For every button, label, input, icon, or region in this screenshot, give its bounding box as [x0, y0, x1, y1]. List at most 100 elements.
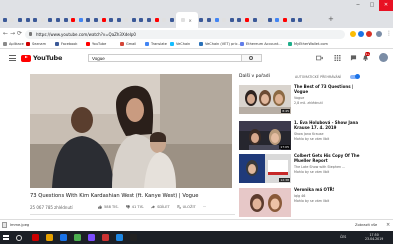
- bookmark-item[interactable]: MyEtherWallet.com: [288, 42, 328, 47]
- bookmark-item[interactable]: VeChain (VET) pric...: [199, 42, 241, 47]
- search-button[interactable]: [242, 54, 262, 62]
- reload-icon[interactable]: ⟳: [17, 30, 22, 38]
- sidebar-video-title[interactable]: 1. Eva Holubová - Show Jana Krause 17. 4…: [294, 120, 368, 131]
- taskbar-app-icon[interactable]: [46, 234, 53, 241]
- browser-tab[interactable]: [107, 12, 115, 28]
- video-thumbnail[interactable]: 17:05: [239, 121, 291, 150]
- browser-tab[interactable]: ×: [175, 12, 198, 28]
- browser-menu-icon[interactable]: ⋮: [386, 30, 392, 38]
- browser-tab[interactable]: [47, 12, 55, 28]
- maximize-button[interactable]: □: [365, 0, 379, 11]
- more-actions-button[interactable]: ⋯: [203, 205, 207, 209]
- up-next-video-card[interactable]: 12:38 Colbert Gets His Copy Of The Muell…: [239, 153, 369, 183]
- download-item[interactable]: Imme.jpeg: [2, 222, 29, 228]
- bookmark-item[interactable]: Seznam: [26, 42, 46, 47]
- video-thumbnail[interactable]: 12:38: [239, 154, 291, 183]
- browser-tab[interactable]: [205, 12, 213, 28]
- taskbar-app-icon[interactable]: [88, 234, 95, 241]
- taskbar-app-icon[interactable]: [32, 234, 39, 241]
- like-button[interactable]: 588 TIS.: [98, 205, 119, 209]
- browser-tab[interactable]: [213, 12, 221, 28]
- browser-tab[interactable]: [54, 12, 62, 28]
- bookmark-item[interactable]: VeChain: [170, 42, 190, 47]
- bookmark-item[interactable]: Translate: [145, 42, 167, 47]
- minimize-button[interactable]: ─: [351, 0, 365, 11]
- show-all-downloads-link[interactable]: Zobrazit vše: [355, 223, 377, 227]
- browser-tab[interactable]: [138, 12, 146, 28]
- browser-tab[interactable]: [115, 12, 123, 28]
- taskbar-clock[interactable]: 17:50 23.04.2019: [365, 233, 383, 241]
- create-video-icon[interactable]: [316, 55, 323, 61]
- bookmark-item[interactable]: Ethereum Account...: [240, 42, 282, 47]
- taskbar-search-icon[interactable]: [16, 234, 22, 241]
- autoplay-toggle[interactable]: [350, 73, 360, 79]
- browser-tab[interactable]: [24, 12, 32, 28]
- video-thumbnail[interactable]: 8:45: [239, 85, 291, 114]
- input-language-indicator[interactable]: ČES: [340, 235, 346, 239]
- up-next-video-card[interactable]: 17:05 1. Eva Holubová - Show Jana Krause…: [239, 120, 369, 150]
- browser-tab[interactable]: [160, 12, 168, 28]
- menu-icon[interactable]: [9, 55, 16, 61]
- search-input[interactable]: [89, 55, 241, 61]
- browser-tab[interactable]: [289, 12, 297, 28]
- bookmark-item[interactable]: Gmail: [120, 42, 136, 47]
- video-thumbnail[interactable]: [239, 188, 291, 217]
- browser-tab[interactable]: [62, 12, 70, 28]
- browser-tab[interactable]: [228, 12, 236, 28]
- windows-start-icon[interactable]: [3, 234, 9, 241]
- browser-tab[interactable]: [100, 12, 108, 28]
- share-button[interactable]: SDÍLET: [151, 205, 170, 209]
- browser-tab[interactable]: [123, 12, 131, 28]
- taskbar-app-icon[interactable]: [130, 234, 137, 241]
- browser-tab[interactable]: [153, 12, 161, 28]
- taskbar-app-icon[interactable]: [116, 234, 123, 241]
- browser-tab[interactable]: [85, 12, 93, 28]
- bookmark-item[interactable]: Facebook: [55, 42, 77, 47]
- extension-icon[interactable]: [358, 31, 364, 37]
- sidebar-video-title[interactable]: Colbert Gets His Copy Of The Mueller Rep…: [294, 153, 368, 164]
- browser-tab[interactable]: [266, 12, 274, 28]
- new-tab-button[interactable]: +: [328, 15, 334, 23]
- browser-tab[interactable]: [236, 12, 244, 28]
- profile-icon[interactable]: [376, 31, 382, 37]
- extension-icon[interactable]: [366, 31, 372, 37]
- taskbar-app-icon[interactable]: [60, 234, 67, 241]
- close-tab-icon[interactable]: ×: [188, 18, 191, 23]
- browser-tab[interactable]: [69, 12, 77, 28]
- forward-icon[interactable]: →: [10, 30, 15, 38]
- account-avatar[interactable]: [379, 53, 388, 62]
- browser-tab[interactable]: [16, 12, 24, 28]
- browser-tab[interactable]: [92, 12, 100, 28]
- dislike-button[interactable]: 41 TIS.: [125, 205, 144, 209]
- taskbar-app-icon[interactable]: [102, 234, 109, 241]
- browser-tab[interactable]: [77, 12, 85, 28]
- sidebar-video-title[interactable]: The Best of 73 Questions | Vogue: [294, 84, 368, 95]
- up-next-video-card[interactable]: 8:45 The Best of 73 Questions | Vogue Vo…: [239, 84, 369, 114]
- browser-tab[interactable]: [258, 12, 266, 28]
- browser-tab[interactable]: [1, 12, 9, 28]
- browser-tab[interactable]: [130, 12, 138, 28]
- browser-tab[interactable]: [168, 12, 176, 28]
- apps-grid-icon[interactable]: [334, 55, 341, 61]
- address-bar[interactable]: https://www.youtube.com/watch?v=QaZh3Xde…: [25, 29, 345, 39]
- bookmark-item[interactable]: Aplikace: [3, 42, 24, 47]
- sidebar-video-title[interactable]: Veronika má OTŘ!: [294, 187, 368, 193]
- taskbar-app-icon[interactable]: [74, 234, 81, 241]
- close-shelf-icon[interactable]: ×: [386, 222, 390, 228]
- browser-tab[interactable]: [31, 12, 39, 28]
- up-next-video-card[interactable]: Veronika má OTŘ! Iqlg 46 Mohlo by se vám…: [239, 187, 369, 217]
- browser-tab[interactable]: [251, 12, 259, 28]
- browser-tab[interactable]: [304, 12, 312, 28]
- browser-tab[interactable]: [9, 12, 17, 28]
- save-button[interactable]: ULOŽIT: [176, 205, 196, 209]
- back-icon[interactable]: ←: [3, 30, 8, 38]
- browser-tab[interactable]: [39, 12, 47, 28]
- video-player[interactable]: [30, 74, 232, 188]
- close-window-button[interactable]: ✕: [379, 0, 393, 11]
- browser-tab[interactable]: [281, 12, 289, 28]
- browser-tab[interactable]: [198, 12, 206, 28]
- address-url[interactable]: https://www.youtube.com/watch?v=QaZh3Xde…: [36, 32, 136, 37]
- browser-tab[interactable]: [296, 12, 304, 28]
- messages-icon[interactable]: [350, 55, 357, 61]
- browser-tab[interactable]: [274, 12, 282, 28]
